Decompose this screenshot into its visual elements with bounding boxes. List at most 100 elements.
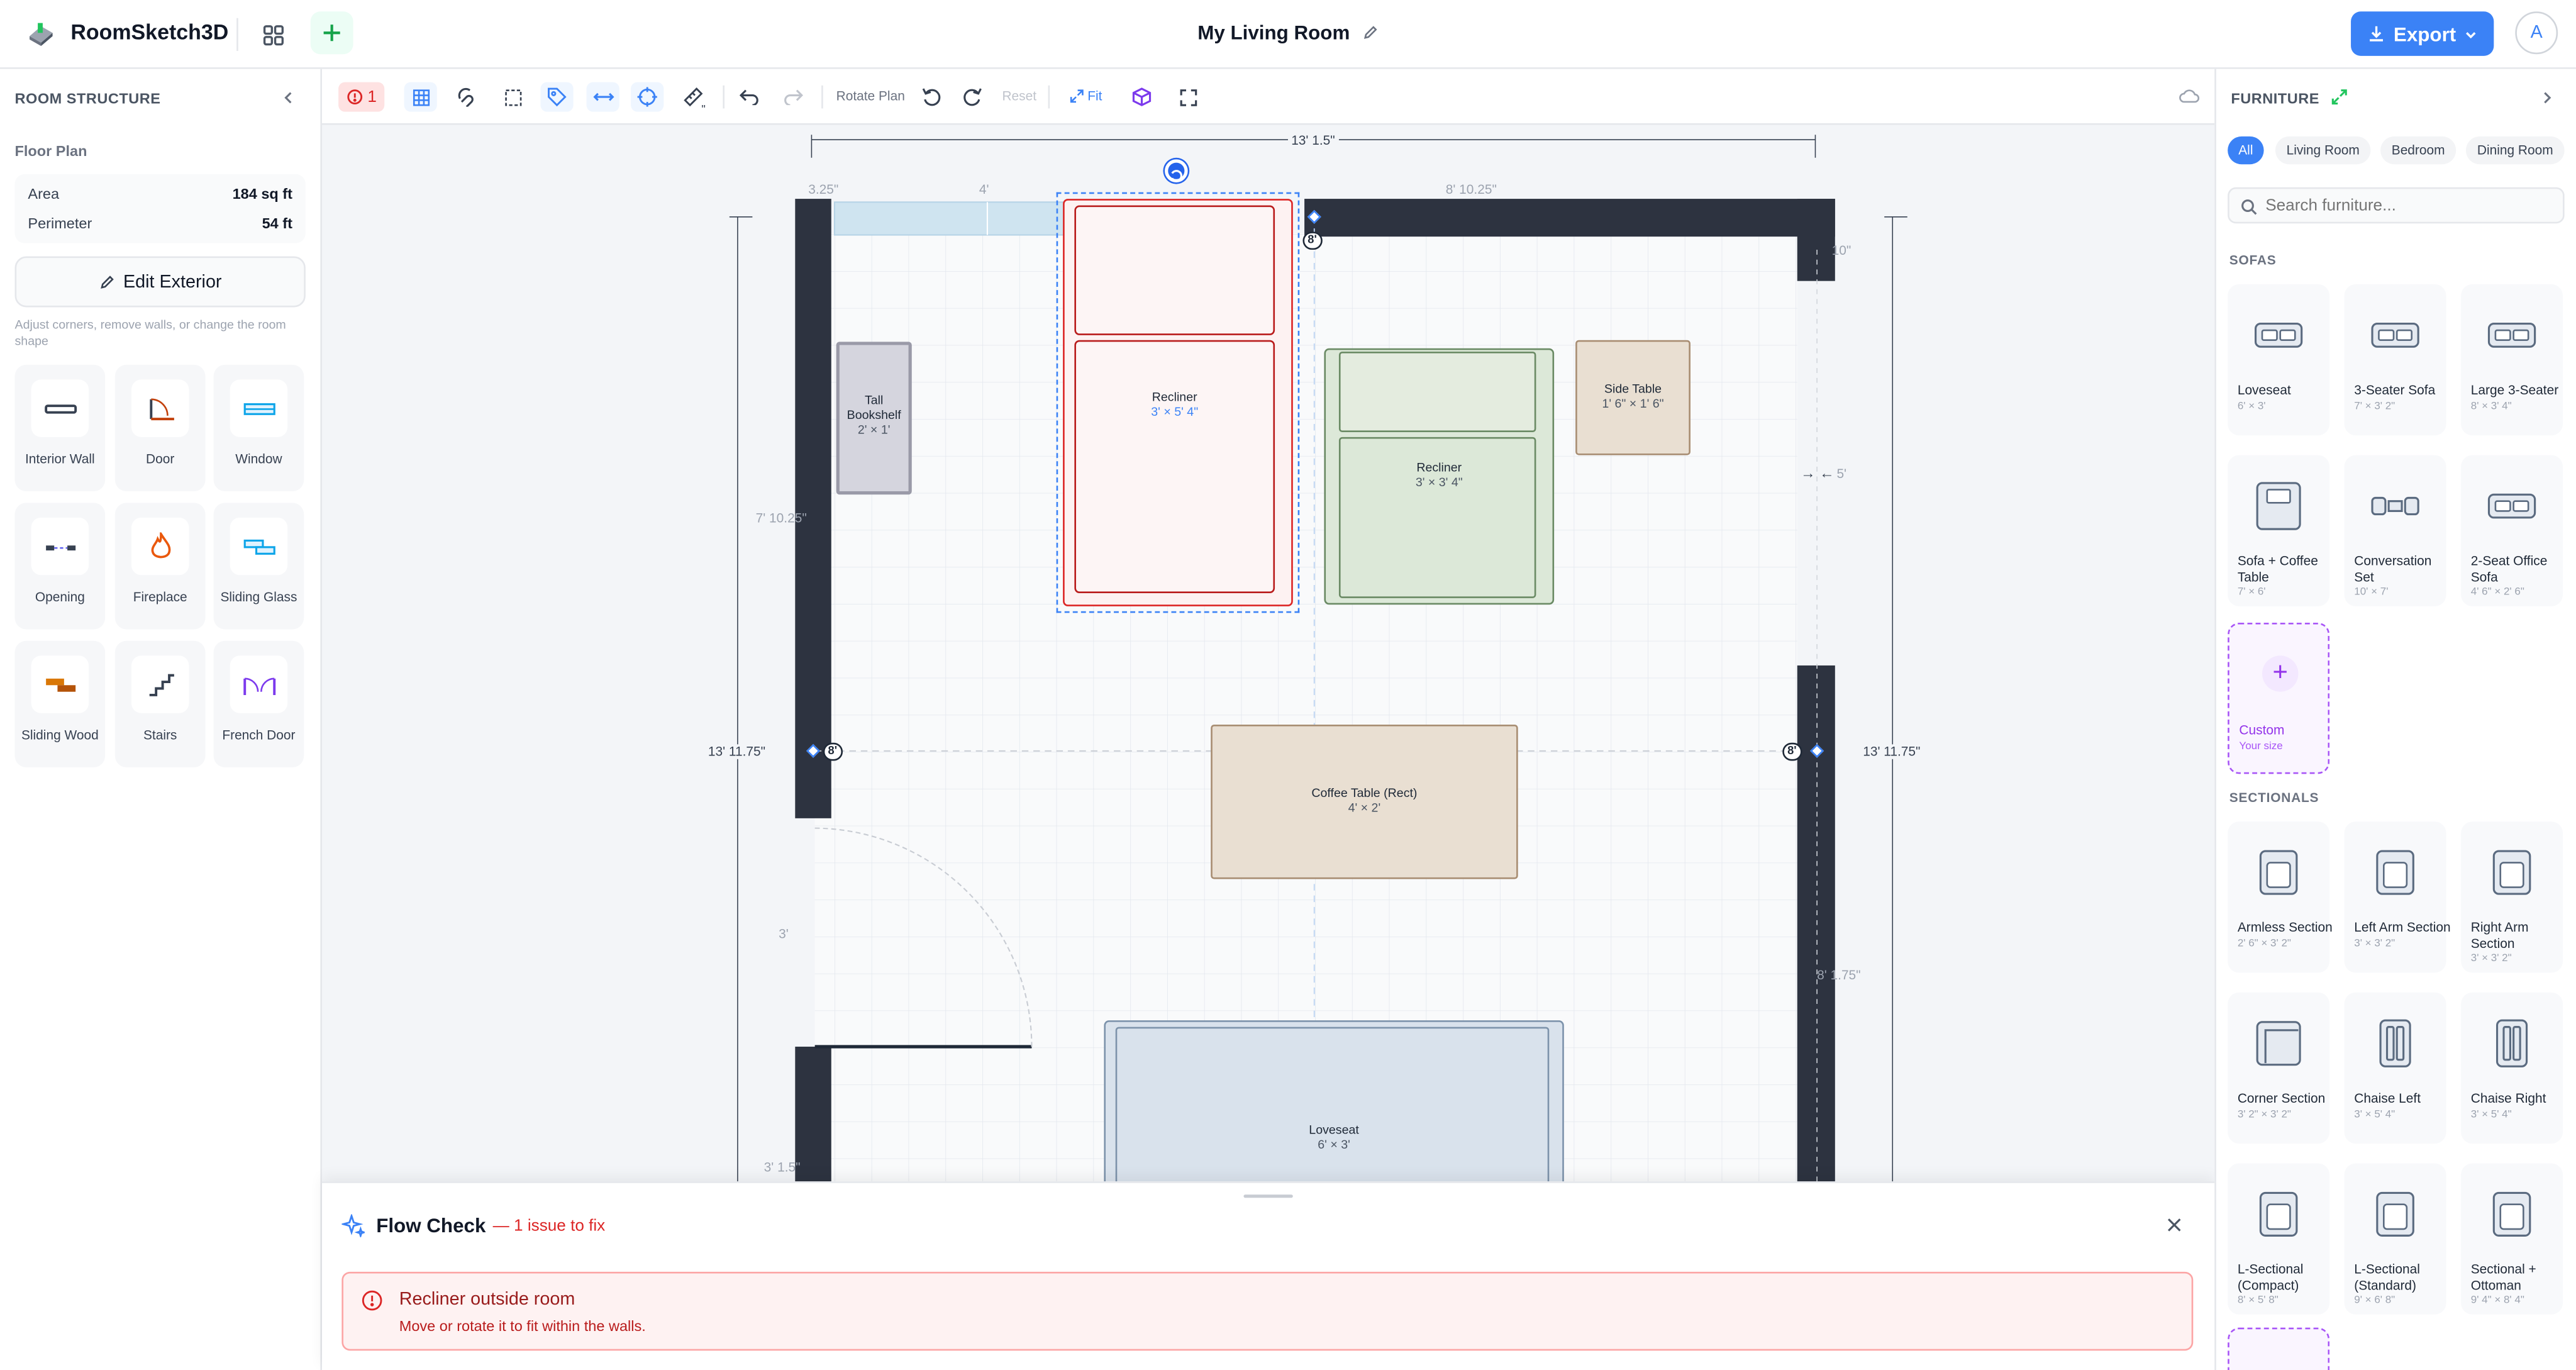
issue-count: 1	[367, 87, 377, 106]
furniture-coffee-table[interactable]: Coffee Table (Rect) 4' × 2'	[1211, 724, 1518, 879]
tool-door[interactable]: Door	[114, 364, 206, 492]
snap-toggle-button[interactable]	[450, 82, 483, 112]
expand-icon[interactable]	[2331, 89, 2348, 105]
perimeter-label: Perimeter	[28, 215, 92, 232]
select-area-button[interactable]	[496, 82, 529, 112]
furniture-card-label: Sectional + Ottoman	[2470, 1262, 2536, 1293]
furniture-recliner[interactable]: Recliner 3' × 3' 4"	[1324, 348, 1555, 605]
wall-right-upper[interactable]	[1797, 199, 1835, 281]
flow-check-panel: Flow Check — 1 issue to fix Recliner out…	[321, 1181, 2215, 1370]
issue-card[interactable]: Recliner outside room Move or rotate it …	[341, 1271, 2194, 1351]
furniture-card[interactable]: L-Sectional (Compact) 8' × 5' 8"	[2228, 1163, 2330, 1315]
office-sofa-icon	[2471, 468, 2553, 542]
export-button[interactable]: Export	[2351, 11, 2494, 56]
recliner-back	[1338, 352, 1536, 433]
filter-chip-dining-room[interactable]: Dining Room	[2465, 136, 2565, 165]
furniture-card[interactable]: L-Sectional (Standard) 9' × 6' 8"	[2344, 1163, 2446, 1315]
search-icon	[2241, 199, 2257, 215]
furniture-card-name: Loveseat 6' × 3'	[2238, 383, 2336, 415]
tool-sliding-wood[interactable]: Sliding Wood	[14, 640, 106, 767]
wall-height-badge[interactable]: 8'	[1782, 742, 1802, 761]
furniture-tall-bookshelf[interactable]: Tall Bookshelf 2' × 1'	[836, 342, 912, 495]
area-value: 184 sq ft	[232, 186, 292, 203]
floor-plan-canvas[interactable]: 1 " Rotate Plan Reset Fit 13' 1.5" 3.25"…	[321, 69, 2215, 1370]
chevron-down-icon	[2466, 31, 2476, 38]
furniture-card-size: 3' 2" × 3' 2"	[2237, 1108, 2291, 1120]
furniture-card[interactable]: Loveseat 6' × 3'	[2228, 284, 2330, 436]
furniture-card-label: Left Arm Section	[2354, 920, 2451, 935]
search-field[interactable]	[2228, 187, 2565, 224]
filter-chip-bedroom[interactable]: Bedroom	[2380, 136, 2457, 165]
wall-height-badge[interactable]: 8'	[823, 742, 842, 761]
floor-plan-label: Floor Plan	[14, 143, 87, 160]
tool-interior-wall[interactable]: Interior Wall	[14, 364, 106, 492]
room-structure-heading: ROOM STRUCTURE	[14, 90, 161, 107]
filter-chip-living-room[interactable]: Living Room	[2275, 136, 2371, 165]
redo-button[interactable]	[777, 82, 810, 112]
tool-label: French Door	[222, 728, 296, 743]
reset-button[interactable]: Reset	[1002, 89, 1036, 104]
furniture-card[interactable]: 3-Seater Sofa 7' × 3' 2"	[2344, 284, 2446, 436]
wall-left-upper[interactable]	[795, 199, 831, 818]
user-avatar[interactable]: A	[2515, 11, 2558, 55]
wall-top[interactable]	[1304, 199, 1835, 237]
tool-sliding-glass[interactable]: Sliding Glass	[213, 503, 304, 630]
tool-stairs[interactable]: Stairs	[114, 640, 206, 767]
resize-arrows-icon[interactable]: → ←	[1801, 465, 1835, 481]
furniture-recliner-selected[interactable]: Recliner 3' × 5' 4"	[1063, 199, 1293, 606]
furniture-card-size: 9' × 6' 8"	[2354, 1295, 2396, 1306]
furniture-card-name: Large 3-Seater 8' × 3' 4"	[2471, 383, 2570, 415]
rotate-ccw-button[interactable]	[915, 82, 948, 112]
tool-french-door[interactable]: French Door	[213, 640, 304, 767]
furniture-card[interactable]: Chaise Right 3' × 5' 4"	[2461, 992, 2563, 1144]
perimeter-value: 54 ft	[262, 215, 292, 232]
grid-toggle-button[interactable]	[404, 82, 437, 112]
furniture-card[interactable]: Conversation Set 10' × 7'	[2344, 455, 2446, 606]
view-3d-button[interactable]	[1125, 82, 1158, 112]
project-title[interactable]: My Living Room	[1197, 21, 1350, 45]
furniture-card[interactable]: Armless Section 2' 6" × 3' 2"	[2228, 821, 2333, 973]
furniture-card[interactable]: Large 3-Seater 8' × 3' 4"	[2461, 284, 2563, 436]
fullscreen-button[interactable]	[1171, 82, 1204, 112]
tool-fireplace[interactable]: Fireplace	[114, 503, 206, 630]
search-input[interactable]	[2265, 194, 2553, 219]
rotate-ccw-icon	[922, 88, 941, 106]
furniture-card-size: 4' 6" × 2' 6"	[2470, 586, 2524, 598]
furniture-card[interactable]: Left Arm Section 3' × 3' 2"	[2344, 821, 2451, 973]
fit-label: Fit	[1087, 89, 1102, 104]
dimensions-toggle-button[interactable]	[586, 82, 619, 112]
edit-exterior-button[interactable]: Edit Exterior	[14, 256, 306, 308]
center-toggle-button[interactable]	[631, 82, 664, 112]
wall-height-badge[interactable]: 8'	[1302, 231, 1322, 250]
furniture-loveseat[interactable]: Loveseat 6' × 3'	[1104, 1020, 1564, 1201]
drag-handle[interactable]	[1243, 1195, 1293, 1198]
furniture-card[interactable]: Chaise Left 3' × 5' 4"	[2344, 992, 2446, 1144]
tool-window[interactable]: Window	[213, 364, 304, 492]
furniture-side-table[interactable]: Side Table 1' 6" × 1' 6"	[1575, 340, 1690, 455]
tool-opening[interactable]: Opening	[14, 503, 106, 630]
undo-button[interactable]	[733, 82, 765, 112]
furniture-card[interactable]: Sectional + Ottoman 9' 4" × 8' 4"	[2461, 1163, 2563, 1315]
rotate-handle[interactable]	[1165, 159, 1188, 182]
furniture-card-size: 3' × 5' 4"	[2354, 1108, 2396, 1120]
window-top[interactable]	[833, 201, 1065, 236]
collapse-right-icon[interactable]	[2540, 91, 2555, 106]
custom-furniture-card[interactable]	[2228, 1327, 2330, 1370]
filter-chip-all[interactable]: All	[2228, 136, 2264, 165]
rotate-cw-button[interactable]	[956, 82, 989, 112]
furniture-card[interactable]: Right Arm Section 3' × 3' 2"	[2461, 821, 2563, 973]
labels-toggle-button[interactable]	[540, 82, 574, 112]
furniture-card-label: Chaise Right	[2470, 1091, 2546, 1106]
fit-button[interactable]: Fit	[1070, 89, 1102, 104]
edit-pencil-icon[interactable]	[1362, 25, 1379, 41]
furniture-card[interactable]: 2-Seat Office Sofa 4' 6" × 2' 6"	[2461, 455, 2563, 606]
collapse-left-icon[interactable]	[281, 91, 296, 106]
room-stats-card: Area 184 sq ft Perimeter 54 ft	[14, 174, 306, 243]
furniture-card-name: L-Sectional (Compact) 8' × 5' 8"	[2238, 1262, 2336, 1308]
furniture-card[interactable]: Corner Section 3' 2" × 3' 2"	[2228, 992, 2330, 1144]
furniture-card[interactable]: Sofa + Coffee Table 7' × 6'	[2228, 455, 2330, 606]
close-icon[interactable]	[2167, 1218, 2182, 1233]
issues-button[interactable]: 1	[338, 82, 385, 112]
project-title-row: My Living Room	[0, 21, 2576, 45]
custom-furniture-card[interactable]: + Custom Your size	[2228, 623, 2330, 774]
